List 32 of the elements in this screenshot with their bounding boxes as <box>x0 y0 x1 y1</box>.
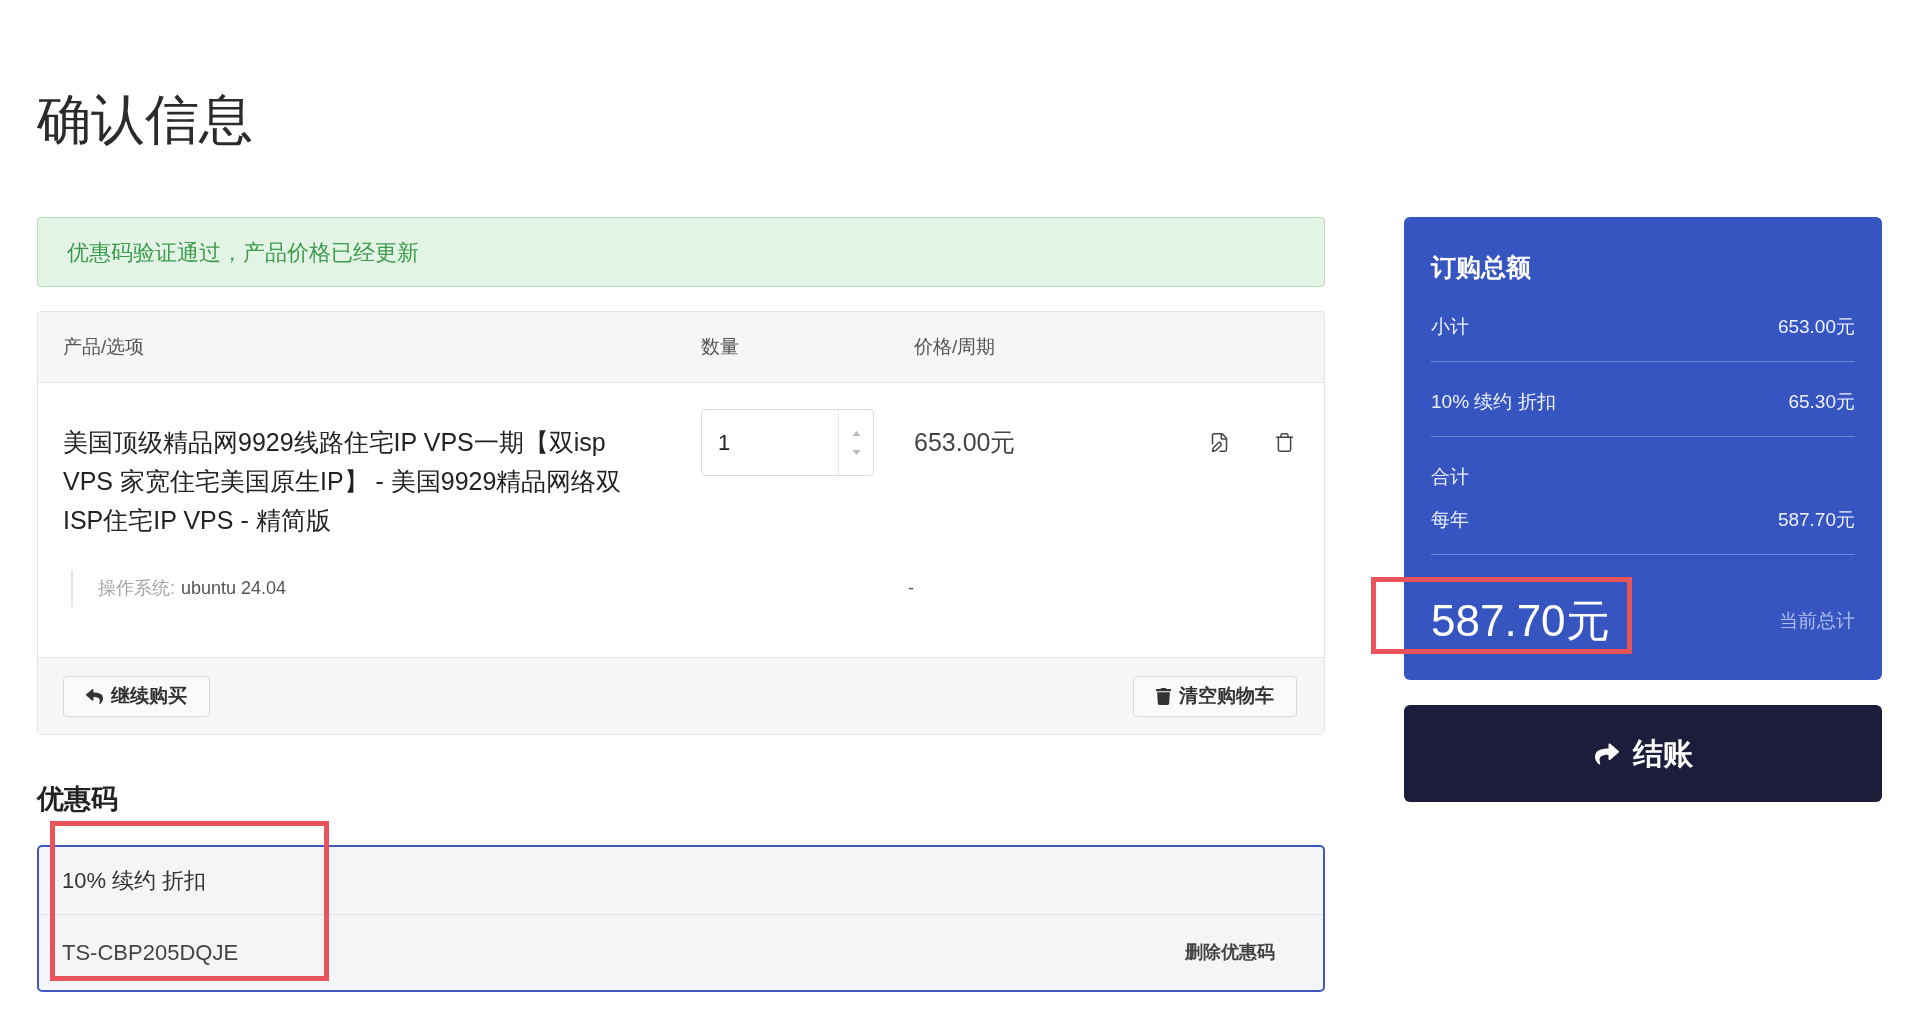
summary-label: 10% 续约 折扣 <box>1431 390 1556 414</box>
summary-value: 653.00元 <box>1777 315 1855 339</box>
alert-message: 优惠码验证通过，产品价格已经更新 <box>37 217 1325 287</box>
column-header: 数量 <box>701 334 739 359</box>
option-price: - <box>908 577 914 600</box>
column-header: 价格/周期 <box>914 334 996 359</box>
delete-icon[interactable] <box>1274 432 1295 453</box>
coupon-code: TS-CBP205DQJE <box>62 939 239 967</box>
summary-title: 订购总额 <box>1431 252 1531 283</box>
column-header: 产品/选项 <box>63 334 145 359</box>
summary-label: 小计 <box>1431 315 1469 339</box>
summary-value: 65.30元 <box>1788 390 1855 414</box>
checkout-button[interactable]: 结账 <box>1404 705 1882 802</box>
continue-shopping-button[interactable]: 继续购买 <box>63 675 210 717</box>
billing-period: 每年 <box>1431 508 1469 532</box>
summary-value: 587.70元 <box>1777 508 1855 532</box>
reply-icon <box>86 687 103 705</box>
trash-icon <box>1156 687 1171 705</box>
product-name: 美国顶级精品网9929线路住宅IP VPS一期【双isp VPS 家宽住宅美国原生IP】 - 美国9929精品网络双ISP住宅IP VPS - 精简版 <box>63 427 623 536</box>
edit-document-icon[interactable] <box>1209 432 1230 453</box>
total-amount: 587.70元 <box>1431 596 1610 645</box>
option-value: ubuntu 24.04 <box>181 577 287 600</box>
page-title: 确认信息 <box>37 88 253 151</box>
total-label: 当前总计 <box>1779 608 1855 633</box>
item-price: 653.00元 <box>914 427 1016 458</box>
coupon-heading: 优惠码 <box>37 783 118 815</box>
option-label: 操作系统: <box>98 577 175 600</box>
coupon-name: 10% 续约 折扣 <box>62 867 207 895</box>
remove-coupon-link[interactable]: 删除优惠码 <box>1185 939 1275 966</box>
empty-cart-button[interactable]: 清空购物车 <box>1133 675 1297 717</box>
summary-label: 合计 <box>1431 465 1469 489</box>
share-arrow-icon <box>1593 741 1621 766</box>
